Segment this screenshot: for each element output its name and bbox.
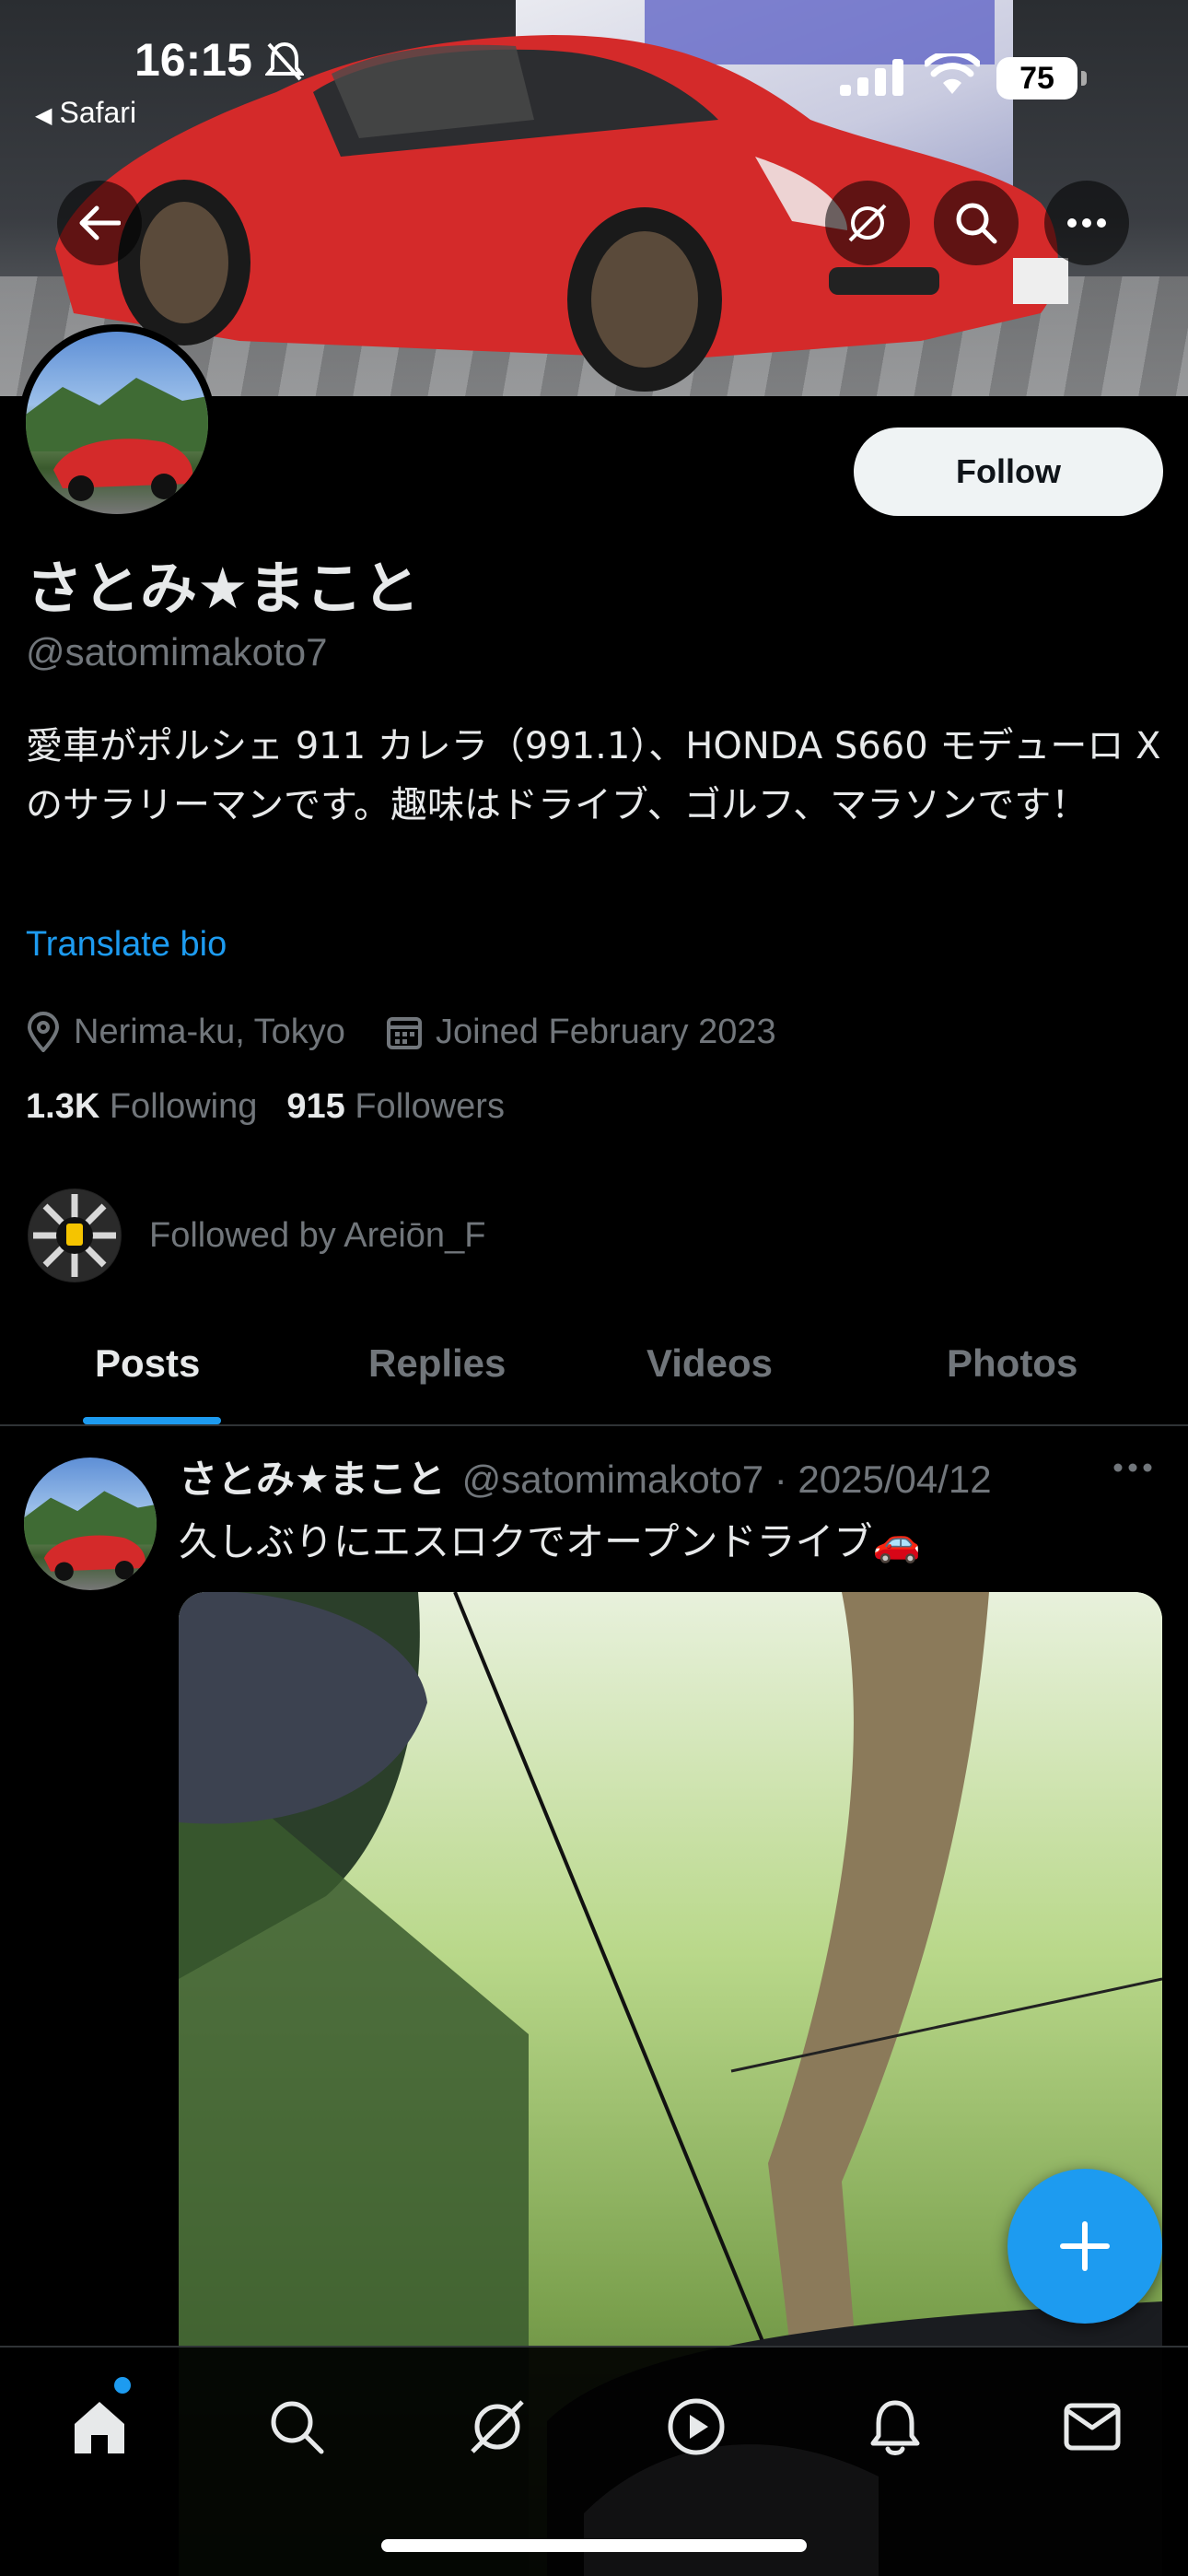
followers-label: Followers [355, 1087, 505, 1126]
follow-counts: 1.3K Following 915 Followers [26, 1087, 534, 1127]
post-meta: @satomimakoto7 · 2025/04/12 [461, 1458, 992, 1501]
nav-messages[interactable] [1055, 2390, 1129, 2464]
back-triangle-icon: ◀ [35, 103, 52, 128]
joined-item: Joined February 2023 [386, 1013, 776, 1052]
cellular-signal-icon [840, 59, 904, 100]
follow-button[interactable]: Follow [854, 427, 1163, 516]
nav-grok[interactable] [460, 2390, 534, 2464]
back-app-label: Safari [59, 96, 137, 129]
profile-handle: @satomimakoto7 [26, 630, 328, 673]
following-count: 1.3K [26, 1087, 100, 1126]
home-indicator[interactable] [381, 2539, 807, 2552]
plus-icon [1060, 2221, 1110, 2271]
tab-photos[interactable]: Photos [947, 1341, 1077, 1386]
followed-by-row[interactable]: Followed by Areiōn_F [28, 1188, 485, 1282]
home-icon [75, 2402, 124, 2453]
compose-post-button[interactable] [1007, 2169, 1162, 2324]
location-text: Nerima-ku, Tokyo [74, 1012, 345, 1051]
post-text: 久しぶりにエスロクでオープンドライブ🚗 [179, 1519, 921, 1564]
grok-icon [471, 2400, 524, 2453]
bell-slash-icon [263, 41, 306, 87]
translate-bio-link[interactable]: Translate bio [26, 925, 227, 965]
more-horizontal-icon [1067, 218, 1106, 228]
grok-button[interactable] [825, 181, 910, 265]
grok-icon [848, 204, 887, 242]
back-to-app-link[interactable]: ◀ Safari [35, 96, 136, 130]
profile-bio: 愛車がポルシェ 911 カレラ（991.1）、HONDA S660 モデューロ … [26, 725, 1161, 826]
status-time: 16:15 [134, 34, 252, 86]
nav-videos[interactable] [659, 2390, 733, 2464]
play-icon [668, 2398, 725, 2455]
tab-posts[interactable]: Posts [95, 1341, 200, 1386]
followers-link[interactable]: 915 Followers [286, 1087, 505, 1127]
back-button[interactable] [57, 181, 142, 265]
post-more-button[interactable] [1112, 1459, 1153, 1477]
tab-replies[interactable]: Replies [368, 1341, 506, 1386]
nav-search[interactable] [260, 2390, 333, 2464]
profile-meta: Nerima-ku, Tokyo Joined February 2023 [26, 1006, 817, 1058]
nav-notifications[interactable] [858, 2390, 932, 2464]
more-button[interactable] [1044, 181, 1129, 265]
joined-text: Joined February 2023 [435, 1012, 776, 1051]
location-item: Nerima-ku, Tokyo [26, 1012, 345, 1052]
profile-tabs: Posts Replies Videos Photos [0, 1308, 1188, 1426]
search-icon [271, 2401, 324, 2454]
display-name: さとみ★まこと [26, 555, 420, 622]
following-label: Following [109, 1087, 258, 1126]
bell-icon [870, 2400, 920, 2455]
nav-home[interactable] [63, 2390, 136, 2464]
status-bar: 16:15 ◀ Safari 75 [0, 0, 1188, 138]
search-icon [956, 203, 997, 244]
more-horizontal-icon [1113, 1463, 1152, 1472]
calendar-icon [386, 1017, 422, 1049]
followers-count: 915 [286, 1087, 345, 1126]
follower-avatar [28, 1188, 122, 1282]
arrow-left-icon [79, 205, 121, 240]
wifi-icon [923, 50, 982, 100]
mail-icon [1064, 2403, 1121, 2451]
profile-avatar[interactable] [18, 324, 215, 521]
tab-videos[interactable]: Videos [646, 1341, 773, 1386]
search-button[interactable] [934, 181, 1019, 265]
post-author-name[interactable]: さとみ★まこと [179, 1448, 446, 1505]
avatar-image [26, 332, 208, 514]
following-link[interactable]: 1.3K Following [26, 1087, 257, 1127]
notification-dot [114, 2377, 131, 2394]
post-header: さとみ★まこと @satomimakoto7 · 2025/04/12 [179, 1448, 992, 1505]
battery-indicator: 75 [996, 57, 1087, 100]
post-avatar[interactable] [24, 1458, 157, 1590]
followed-by-text: Followed by Areiōn_F [149, 1215, 486, 1255]
active-tab-indicator [83, 1417, 221, 1424]
location-pin-icon [27, 1012, 60, 1052]
